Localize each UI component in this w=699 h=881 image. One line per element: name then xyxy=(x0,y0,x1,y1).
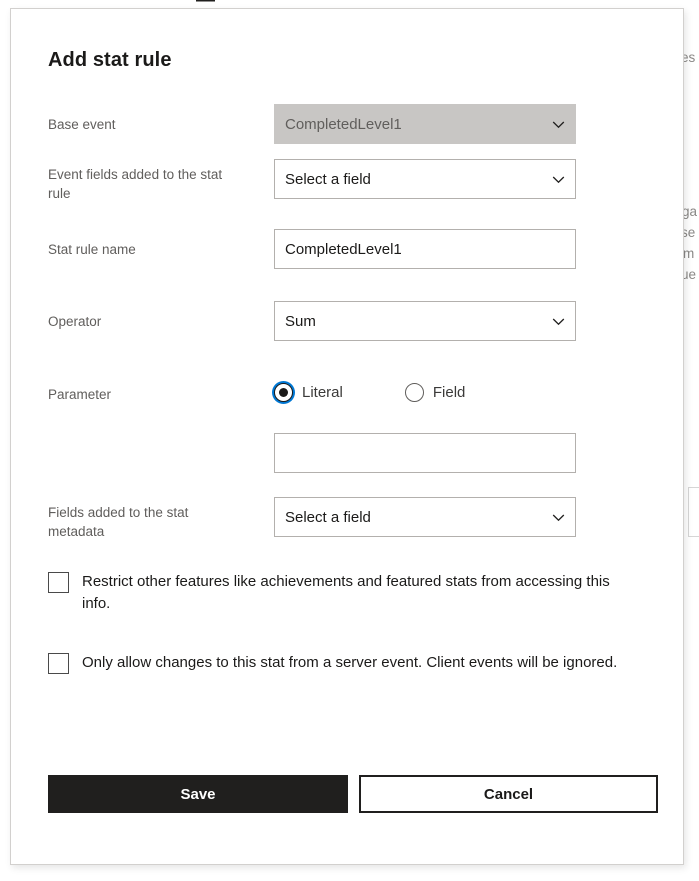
base-event-label: Base event xyxy=(48,115,228,134)
stat-rule-name-input[interactable]: CompletedLevel1 xyxy=(274,229,576,269)
background-text-fragment: ga xyxy=(682,204,697,219)
stat-rule-name-control: CompletedLevel1 xyxy=(274,229,576,269)
checkbox-server-event-only-label: Only allow changes to this stat from a s… xyxy=(82,652,617,674)
parameter-radio-field-label: Field xyxy=(433,384,466,401)
parameter-label: Parameter xyxy=(48,385,228,404)
base-event-control: CompletedLevel1 xyxy=(274,104,576,144)
operator-value: Sum xyxy=(285,313,316,330)
event-fields-select[interactable]: Select a field xyxy=(274,159,576,199)
stat-rule-name-label: Stat rule name xyxy=(48,240,228,259)
event-fields-value: Select a field xyxy=(285,171,371,188)
checkbox-restrict-other-features[interactable]: Restrict other features like achievement… xyxy=(48,571,628,615)
stat-metadata-value: Select a field xyxy=(285,509,371,526)
background-panel xyxy=(688,487,699,537)
operator-select[interactable]: Sum xyxy=(274,301,576,341)
radio-unselected-icon xyxy=(405,383,424,402)
background-text-fragment: m xyxy=(683,246,694,261)
chevron-down-icon xyxy=(552,315,565,328)
event-fields-label: Event fields added to the stat rule xyxy=(48,165,228,203)
operator-label: Operator xyxy=(48,312,228,331)
parameter-control: Literal Field xyxy=(274,374,604,404)
dialog-title: Add stat rule xyxy=(48,49,172,72)
chevron-down-icon xyxy=(552,173,565,186)
event-fields-control: Select a field xyxy=(274,159,576,199)
parameter-value-control xyxy=(274,433,576,473)
base-event-value: CompletedLevel1 xyxy=(285,116,402,133)
checkbox-unchecked-icon xyxy=(48,572,69,593)
checkbox-unchecked-icon xyxy=(48,653,69,674)
operator-control: Sum xyxy=(274,301,576,341)
chevron-down-icon xyxy=(552,118,565,131)
add-stat-rule-dialog: Add stat rule Base event CompletedLevel1… xyxy=(10,8,684,865)
parameter-radio-field[interactable]: Field xyxy=(405,383,466,402)
parameter-radio-literal[interactable]: Literal xyxy=(274,383,343,402)
stat-metadata-control: Select a field xyxy=(274,497,576,537)
checkbox-server-event-only[interactable]: Only allow changes to this stat from a s… xyxy=(48,652,628,674)
save-button[interactable]: Save xyxy=(48,775,348,813)
parameter-value-input[interactable] xyxy=(274,433,576,473)
stat-metadata-select[interactable]: Select a field xyxy=(274,497,576,537)
stat-rule-name-value: CompletedLevel1 xyxy=(285,241,402,258)
chevron-down-icon xyxy=(552,511,565,524)
cancel-button[interactable]: Cancel xyxy=(359,775,658,813)
stat-metadata-label: Fields added to the stat metadata xyxy=(48,503,228,541)
base-event-select[interactable]: CompletedLevel1 xyxy=(274,104,576,144)
radio-selected-icon xyxy=(274,383,293,402)
parameter-radio-group: Literal Field xyxy=(274,374,604,404)
parameter-radio-literal-label: Literal xyxy=(302,384,343,401)
checkbox-restrict-other-features-label: Restrict other features like achievement… xyxy=(82,571,628,615)
